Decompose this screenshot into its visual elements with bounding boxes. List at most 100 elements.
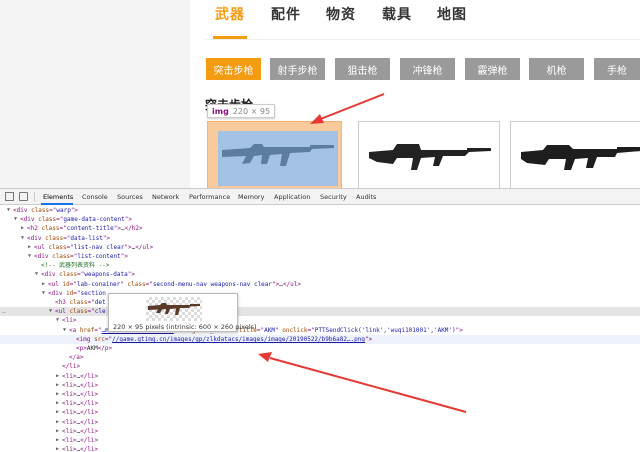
dom-node-row[interactable]: ▶ <li>…</li>	[0, 372, 640, 381]
image-preview-thumbnail	[146, 297, 202, 321]
dom-node-markup: <ul id="lab-conainer" class="second-menu…	[48, 280, 301, 288]
expand-triangle-icon[interactable]: ▶	[56, 427, 59, 436]
main-tab-attachments[interactable]: 配件	[271, 4, 301, 24]
expand-triangle-icon[interactable]: ▼	[7, 206, 10, 215]
dom-node-row[interactable]: ▶ <h2 class="content-title">…</h2>	[0, 224, 640, 233]
expand-triangle-icon[interactable]: ▼	[56, 316, 59, 325]
main-tab-supplies[interactable]: 物资	[326, 4, 356, 24]
expand-triangle-icon[interactable]: ▶	[42, 280, 45, 289]
category-assault-rifle[interactable]: 突击步枪	[206, 58, 261, 80]
dom-node-row[interactable]: </li>	[0, 362, 640, 371]
dom-node-row[interactable]: ▶ <li>…</li>	[0, 390, 640, 399]
dom-node-row[interactable]: ▶ <li>…</li>	[0, 381, 640, 390]
game-data-page: 武器 配件 物资 载具 地图 突击步枪 射手步枪 狙击枪 冲锋枪 霰弹枪 机枪 …	[0, 0, 640, 188]
dom-node-row[interactable]: ▼ <li>	[0, 316, 640, 325]
device-toolbar-icon[interactable]	[19, 192, 28, 201]
dom-node-row[interactable]: <!-- 武器列表资料 -->	[0, 261, 640, 270]
selected-node-dots: …	[2, 308, 6, 316]
tab-network[interactable]: Network	[152, 193, 179, 201]
tab-memory[interactable]: Memory	[238, 193, 264, 201]
expand-triangle-icon[interactable]: ▶	[56, 436, 59, 445]
expand-triangle-icon[interactable]: ▼	[49, 307, 52, 316]
category-sniper-rifle[interactable]: 狙击枪	[335, 58, 390, 80]
weapon-card-m416[interactable]	[510, 121, 640, 188]
active-tab-indicator	[41, 203, 73, 205]
dom-node-markup: <li>…</li>	[62, 372, 99, 380]
category-shotgun[interactable]: 霰弹枪	[465, 58, 520, 80]
dom-node-markup: <div class="weapons-data">	[41, 271, 135, 279]
dom-node-markup: <li>…</li>	[62, 400, 99, 408]
dom-node-row[interactable]: ▼ <div id="section	[0, 289, 640, 298]
dom-node-row[interactable]: </a>	[0, 353, 640, 362]
expand-triangle-icon[interactable]: ▼	[35, 270, 38, 279]
expand-triangle-icon[interactable]: ▶	[56, 399, 59, 408]
weapon-card-m16[interactable]	[358, 121, 500, 188]
dom-node-row[interactable]: ▶ <ul class="list-nav clear">…</ul>	[0, 243, 640, 252]
expand-triangle-icon[interactable]: ▼	[42, 289, 45, 298]
tab-security[interactable]: Security	[320, 193, 347, 201]
tooltip-size: 220 × 95	[232, 106, 271, 116]
expand-triangle-icon[interactable]: ▶	[28, 243, 31, 252]
expand-triangle-icon[interactable]: ▶	[56, 390, 59, 399]
category-smg[interactable]: 冲锋枪	[400, 58, 455, 80]
tab-application[interactable]: Application	[274, 193, 310, 201]
main-tab-weapons[interactable]: 武器	[215, 4, 245, 24]
dom-tree: ▼ <div class="warp"> ▼ <div class="game-dat…	[0, 206, 640, 452]
dom-node-markup: <li>…</li>	[62, 437, 99, 444]
dom-node-row[interactable]: ▼ <div class="list-content">	[0, 252, 640, 261]
dom-node-markup: <div class="warp">	[13, 207, 79, 214]
expand-triangle-icon[interactable]: ▼	[21, 234, 24, 243]
dom-node-row[interactable]: ▶ <li>…</li>	[0, 418, 640, 427]
dom-node-markup: <div class="list-content">	[34, 253, 128, 260]
dom-node-markup: <li>…</li>	[62, 446, 99, 452]
tooltip-tag: img	[212, 106, 229, 116]
dom-node-row[interactable]: ▶ <li>…</li>	[0, 436, 640, 445]
dom-node-row[interactable]: ▶ <li>…</li>	[0, 399, 640, 408]
dom-node-markup: <div class="game-data-content">	[20, 216, 133, 224]
dom-node-markup: <p>AKM</p>	[76, 345, 113, 352]
dom-node-row[interactable]: ▶ <li>…</li>	[0, 445, 640, 452]
dom-node-row[interactable]: ▼ <div class="data-list">	[0, 234, 640, 243]
dom-node-row[interactable]: <p>AKM</p>	[0, 344, 640, 353]
dom-node-row[interactable]: <img src="//game.gtimg.cn/images/gp/zlkd…	[0, 334, 640, 344]
tab-sources[interactable]: Sources	[117, 193, 143, 201]
expand-triangle-icon[interactable]: ▶	[21, 224, 24, 233]
inspect-element-icon[interactable]	[5, 192, 14, 201]
tab-elements[interactable]: Elements	[43, 193, 73, 201]
toolbar-separator	[34, 192, 35, 202]
dom-node-markup: <div id="section	[48, 289, 106, 297]
expand-triangle-icon[interactable]: ▶	[56, 408, 59, 417]
expand-triangle-icon[interactable]: ▼	[28, 252, 31, 261]
tab-console[interactable]: Console	[82, 193, 108, 201]
weapon-card-akm[interactable]	[207, 121, 342, 188]
dom-node-row[interactable]: ▼ <ul class="cle…	[0, 307, 640, 317]
dom-node-markup: <ul class="list-nav clear">…</ul>	[34, 243, 154, 251]
expand-triangle-icon[interactable]: ▼	[63, 326, 66, 335]
category-machine-gun[interactable]: 机枪	[529, 58, 584, 80]
akm-thumbnail-icon	[148, 303, 200, 315]
dom-node-row[interactable]: ▼<a href="…ml?sort=0&id=101001" target="…	[0, 326, 640, 335]
category-marksman-rifle[interactable]: 射手步枪	[270, 58, 325, 80]
tab-performance[interactable]: Performance	[189, 193, 230, 201]
expand-triangle-icon[interactable]: ▼	[14, 215, 17, 224]
dom-node-row[interactable]: ▼ <div class="weapons-data">	[0, 270, 640, 279]
main-tab-maps[interactable]: 地图	[437, 4, 467, 24]
dom-node-row[interactable]: ▼ <div class="warp">	[0, 206, 640, 215]
expand-triangle-icon[interactable]: ▶	[56, 372, 59, 381]
m416-rifle-icon	[521, 145, 640, 170]
category-pistol[interactable]: 手枪	[594, 58, 640, 80]
dom-node-markup: <!-- 武器列表资料 -->	[41, 262, 110, 270]
expand-triangle-icon[interactable]: ▶	[56, 381, 59, 390]
dom-node-row[interactable]: ▶ <li>…</li>	[0, 408, 640, 417]
expand-triangle-icon[interactable]: ▶	[56, 445, 59, 452]
dom-node-row[interactable]: ▶ <li>…</li>	[0, 427, 640, 436]
dom-node-row[interactable]: ▼ <div class="game-data-content">	[0, 215, 640, 224]
dom-node-row[interactable]: <h3 class="det	[0, 298, 640, 307]
dom-node-markup: </li>	[62, 363, 81, 371]
tabs-divider	[205, 39, 640, 40]
image-preview-popup: 220 × 95 pixels (intrinsic: 600 × 260 pi…	[108, 293, 257, 332]
main-tab-vehicles[interactable]: 载具	[382, 4, 412, 24]
dom-node-row[interactable]: ▶ <ul id="lab-conainer" class="second-men…	[0, 280, 640, 289]
tab-audits[interactable]: Audits	[356, 193, 376, 201]
expand-triangle-icon[interactable]: ▶	[56, 418, 59, 427]
